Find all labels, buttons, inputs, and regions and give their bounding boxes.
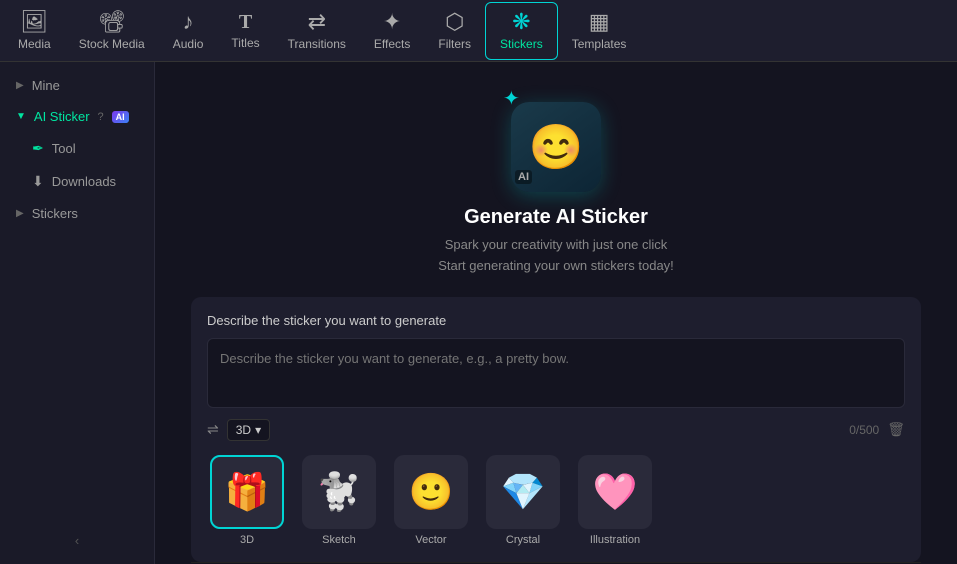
toolbar-templates-label: Templates xyxy=(572,37,627,51)
sidebar-downloads-label: Downloads xyxy=(52,174,116,189)
generate-panel: Describe the sticker you want to generat… xyxy=(191,297,921,562)
sidebar-stickers-label: Stickers xyxy=(32,206,78,221)
sidebar-mine-label: Mine xyxy=(32,78,60,93)
toolbar-stock-media-label: Stock Media xyxy=(79,37,145,51)
shuffle-icon[interactable]: ⇌ xyxy=(207,421,219,438)
toolbar: 🖼 Media 📽 Stock Media ♪ Audio T Titles ⇄… xyxy=(0,0,957,62)
hero-icon-wrap: 😊 ✦ AI xyxy=(501,82,611,192)
panel-right-controls: 0/500 🗑 xyxy=(849,421,905,438)
style-label-sketch: Sketch xyxy=(322,534,356,546)
style-thumb-illustration: 🩷 xyxy=(578,455,652,529)
stock-media-icon: 📽 xyxy=(98,11,126,33)
stickers-arrow-icon: ▶ xyxy=(16,208,24,219)
collapse-icon: ‹ xyxy=(75,533,79,548)
sidebar-item-tool[interactable]: ✒ Tool xyxy=(4,132,150,165)
toolbar-titles[interactable]: T Titles xyxy=(217,2,273,60)
mine-arrow-icon: ▶ xyxy=(16,80,24,91)
hero-subtitle-line1: Spark your creativity with just one clic… xyxy=(445,237,668,252)
toolbar-transitions[interactable]: ⇄ Transitions xyxy=(274,2,360,60)
stickers-icon: ❋ xyxy=(512,11,530,33)
downloads-icon: ⬇ xyxy=(32,173,44,190)
style-label-illustration: Illustration xyxy=(590,534,640,546)
sidebar-collapse-button[interactable]: ‹ xyxy=(0,525,154,556)
style-dropdown-label: 3D xyxy=(236,423,251,437)
panel-label: Describe the sticker you want to generat… xyxy=(207,313,905,328)
toolbar-media[interactable]: 🖼 Media xyxy=(4,2,65,60)
toolbar-templates[interactable]: ▦ Templates xyxy=(558,2,641,60)
toolbar-stock-media[interactable]: 📽 Stock Media xyxy=(65,2,159,60)
trash-icon[interactable]: 🗑 xyxy=(887,421,905,438)
toolbar-stickers-label: Stickers xyxy=(500,37,543,51)
style-card-illustration[interactable]: 🩷 Illustration xyxy=(575,455,655,546)
style-label-vector: Vector xyxy=(415,534,446,546)
hero-ai-label: AI xyxy=(515,170,532,184)
panel-controls: ⇌ 3D ▾ 0/500 🗑 xyxy=(207,419,905,441)
style-thumb-vector: 🙂 xyxy=(394,455,468,529)
effects-icon: ✦ xyxy=(383,11,401,33)
hero-section: 😊 ✦ AI Generate AI Sticker Spark your cr… xyxy=(438,82,674,277)
hero-subtitle-line2: Start generating your own stickers today… xyxy=(438,258,674,273)
hero-subtitle: Spark your creativity with just one clic… xyxy=(438,235,674,277)
filters-icon: ⬡ xyxy=(445,11,464,33)
audio-icon: ♪ xyxy=(183,11,194,33)
toolbar-filters-label: Filters xyxy=(438,37,471,51)
style-dropdown[interactable]: 3D ▾ xyxy=(227,419,270,441)
sidebar-item-mine[interactable]: ▶ Mine xyxy=(4,70,150,101)
style-card-3d[interactable]: 🎁 3D xyxy=(207,455,287,546)
transitions-icon: ⇄ xyxy=(308,11,326,33)
style-card-sketch[interactable]: 🐩 Sketch xyxy=(299,455,379,546)
toolbar-effects[interactable]: ✦ Effects xyxy=(360,2,424,60)
sidebar-item-stickers[interactable]: ▶ Stickers xyxy=(4,198,150,229)
sticker-description-input[interactable] xyxy=(207,338,905,408)
style-grid: 🎁 3D 🐩 Sketch 🙂 Vector 💎 Crystal 🩷 xyxy=(207,455,905,546)
sidebar-item-ai-sticker[interactable]: ▼ AI Sticker ? AI xyxy=(4,101,150,132)
main-area: ▶ Mine ▼ AI Sticker ? AI ✒ Tool ⬇ Downlo… xyxy=(0,62,957,564)
style-thumb-sketch: 🐩 xyxy=(302,455,376,529)
titles-icon: T xyxy=(239,12,252,32)
help-icon: ? xyxy=(98,111,104,123)
style-thumb-crystal: 💎 xyxy=(486,455,560,529)
toolbar-media-label: Media xyxy=(18,37,51,51)
tool-icon: ✒ xyxy=(32,140,44,157)
smiley-emoji: 😊 xyxy=(529,121,584,173)
media-icon: 🖼 xyxy=(20,11,48,33)
ai-badge: AI xyxy=(112,111,129,123)
style-card-crystal[interactable]: 💎 Crystal xyxy=(483,455,563,546)
style-card-vector[interactable]: 🙂 Vector xyxy=(391,455,471,546)
sidebar-item-downloads[interactable]: ⬇ Downloads xyxy=(4,165,150,198)
sparkle-icon: ✦ xyxy=(503,86,520,111)
style-label-crystal: Crystal xyxy=(506,534,540,546)
toolbar-transitions-label: Transitions xyxy=(288,37,346,51)
sidebar-ai-sticker-label: AI Sticker xyxy=(34,109,90,124)
toolbar-effects-label: Effects xyxy=(374,37,410,51)
hero-title: Generate AI Sticker xyxy=(464,206,648,229)
sidebar-tool-label: Tool xyxy=(52,141,76,156)
panel-left-controls: ⇌ 3D ▾ xyxy=(207,419,270,441)
style-thumb-3d: 🎁 xyxy=(210,455,284,529)
dropdown-arrow-icon: ▾ xyxy=(255,423,261,437)
toolbar-filters[interactable]: ⬡ Filters xyxy=(424,2,485,60)
templates-icon: ▦ xyxy=(589,11,610,33)
char-count: 0/500 xyxy=(849,423,879,437)
content-area: 😊 ✦ AI Generate AI Sticker Spark your cr… xyxy=(155,62,957,564)
toolbar-audio[interactable]: ♪ Audio xyxy=(159,2,218,60)
toolbar-stickers[interactable]: ❋ Stickers xyxy=(485,2,558,60)
toolbar-titles-label: Titles xyxy=(231,36,259,50)
ai-sticker-arrow-icon: ▼ xyxy=(16,111,26,122)
sidebar: ▶ Mine ▼ AI Sticker ? AI ✒ Tool ⬇ Downlo… xyxy=(0,62,155,564)
toolbar-audio-label: Audio xyxy=(173,37,204,51)
style-label-3d: 3D xyxy=(240,534,254,546)
